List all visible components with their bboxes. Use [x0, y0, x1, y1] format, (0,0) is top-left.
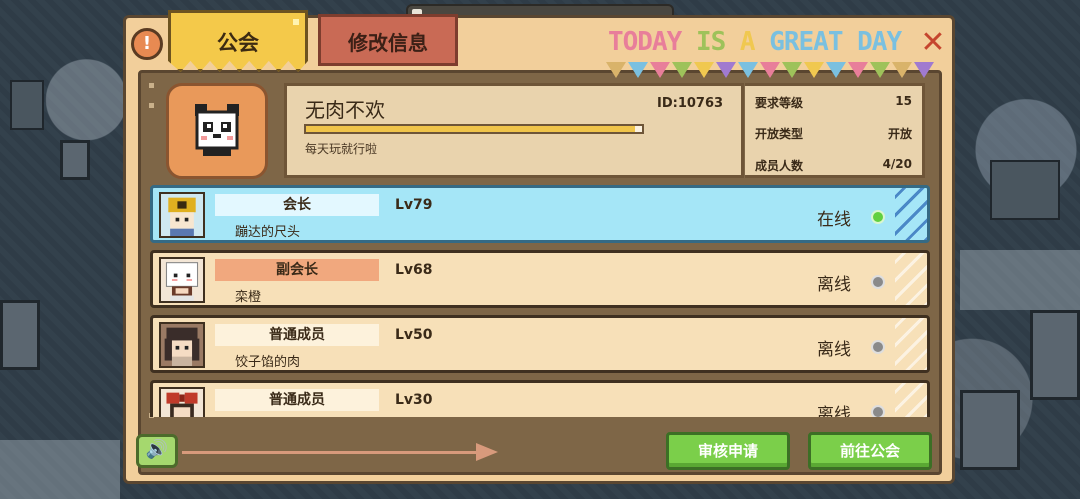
guild-stats: 要求等级 15 开放类型 开放 成员人数 4/20 [745, 83, 925, 178]
tab-edit-info[interactable]: 修改信息 [318, 14, 458, 66]
bunting-flag [716, 62, 736, 78]
member-status: 离线 [817, 275, 851, 295]
voice-icon[interactable]: 🔊 [136, 434, 178, 468]
online-indicator-icon [871, 210, 885, 224]
hint-arrow-line [182, 451, 482, 454]
guild-info-box: 无肉不欢 ID:10763 每天玩就行啦 [284, 83, 744, 178]
dark-hair-avatar-icon [161, 324, 203, 366]
tab-edit-info-label: 修改信息 [348, 31, 428, 55]
member-row[interactable]: 普通成员 Lv50 饺子馅的肉 离线 [150, 315, 930, 373]
member-list[interactable]: 会长 Lv79 蹦达的尺头 在线 副会长 Lv68 栾橙 离线 普通成员 Lv5… [148, 182, 938, 417]
member-role: 副会长 [215, 259, 379, 281]
stat-member-count: 成员人数 4/20 [755, 157, 912, 174]
stat-value: 开放 [887, 127, 912, 141]
member-level: Lv79 [395, 197, 433, 213]
bunting-flag [606, 62, 626, 78]
member-row[interactable]: 普通成员 Lv30 离线 [150, 380, 930, 417]
row-zigzag [895, 188, 927, 240]
member-role: 会长 [215, 194, 379, 216]
banner-word: GREAT DAY [769, 27, 902, 57]
row-zigzag [895, 383, 927, 417]
snow-patch [0, 440, 120, 499]
ruin-rock [10, 80, 44, 130]
member-avatar [159, 322, 205, 368]
member-role: 普通成员 [215, 324, 379, 346]
stat-value: 15 [895, 94, 912, 108]
guild-progress-bar [304, 124, 644, 134]
ruin-pillar [60, 140, 90, 180]
member-level: Lv30 [395, 392, 433, 408]
member-level: Lv50 [395, 327, 433, 343]
guild-motto: 每天玩就行啦 [305, 142, 378, 156]
guild-progress-fill [306, 126, 636, 132]
member-name: 饺子馅的肉 [235, 355, 301, 370]
member-avatar [159, 257, 205, 303]
stat-label: 开放类型 [755, 127, 804, 141]
bunting-flag [650, 62, 670, 78]
member-row-vice[interactable]: 副会长 Lv68 栾橙 离线 [150, 250, 930, 308]
guild-avatar [166, 83, 268, 179]
bunting-flag [760, 62, 780, 78]
panda-icon [195, 104, 239, 156]
miner-avatar-icon [161, 194, 203, 236]
bunting-flag [694, 62, 714, 78]
stat-label: 要求等级 [755, 96, 804, 110]
bunting-flag [628, 62, 648, 78]
stat-required-level: 要求等级 15 [755, 94, 912, 111]
bottom-bar: 🔊 审核申请 前往公会 [136, 420, 936, 472]
bunting-flags [606, 62, 952, 80]
guild-id: ID:10763 [657, 96, 724, 111]
bunting-flag [870, 62, 890, 78]
banner-word: A [739, 27, 756, 57]
member-role: 普通成员 [215, 389, 379, 411]
banner-word: IS [695, 27, 726, 57]
member-avatar [159, 387, 205, 417]
bunting-flag [782, 62, 802, 78]
ruin-rock [990, 160, 1060, 220]
hint-arrow-icon [476, 443, 498, 461]
member-name: 蹦达的尺头 [235, 225, 301, 240]
row-zigzag [895, 318, 927, 370]
bunting-flag [892, 62, 912, 78]
red-bow-avatar-icon [161, 389, 203, 417]
ruin-pillar [1030, 310, 1080, 400]
decor-dot [149, 103, 154, 108]
ruin-pillar [0, 300, 40, 370]
white-hood-avatar-icon [161, 259, 203, 301]
member-row-leader[interactable]: 会长 Lv79 蹦达的尺头 在线 [150, 185, 930, 243]
member-status: 离线 [817, 340, 851, 360]
offline-indicator-icon [871, 275, 885, 289]
tab-guild-label: 公会 [217, 31, 259, 55]
today-banner: TODAY IS A GREAT DAY [608, 27, 914, 61]
member-avatar [159, 192, 205, 238]
decor-dot [149, 83, 154, 88]
member-name: 栾橙 [235, 290, 262, 305]
snow-patch [960, 250, 1080, 310]
stat-value: 4/20 [882, 157, 912, 171]
close-icon[interactable]: ✕ [918, 28, 948, 58]
member-level: Lv68 [395, 262, 433, 278]
offline-indicator-icon [871, 405, 885, 417]
bunting-flag [914, 62, 934, 78]
bunting-flag [672, 62, 692, 78]
go-to-guild-button[interactable]: 前往公会 [808, 432, 932, 470]
help-icon[interactable]: ! [131, 28, 163, 60]
tab-corner [293, 19, 299, 25]
stat-open-type: 开放类型 开放 [755, 125, 912, 142]
member-status: 离线 [817, 405, 851, 417]
guild-name: 无肉不欢 [305, 98, 385, 122]
banner-word: TODAY [608, 27, 682, 57]
member-status: 在线 [817, 210, 851, 230]
stat-label: 成员人数 [755, 159, 804, 173]
row-zigzag [895, 253, 927, 305]
bunting-flag [826, 62, 846, 78]
review-applications-button[interactable]: 审核申请 [666, 432, 790, 470]
bunting-flag [848, 62, 868, 78]
offline-indicator-icon [871, 340, 885, 354]
bunting-flag [804, 62, 824, 78]
bunting-flag [738, 62, 758, 78]
ruin-pillar [960, 390, 1020, 470]
